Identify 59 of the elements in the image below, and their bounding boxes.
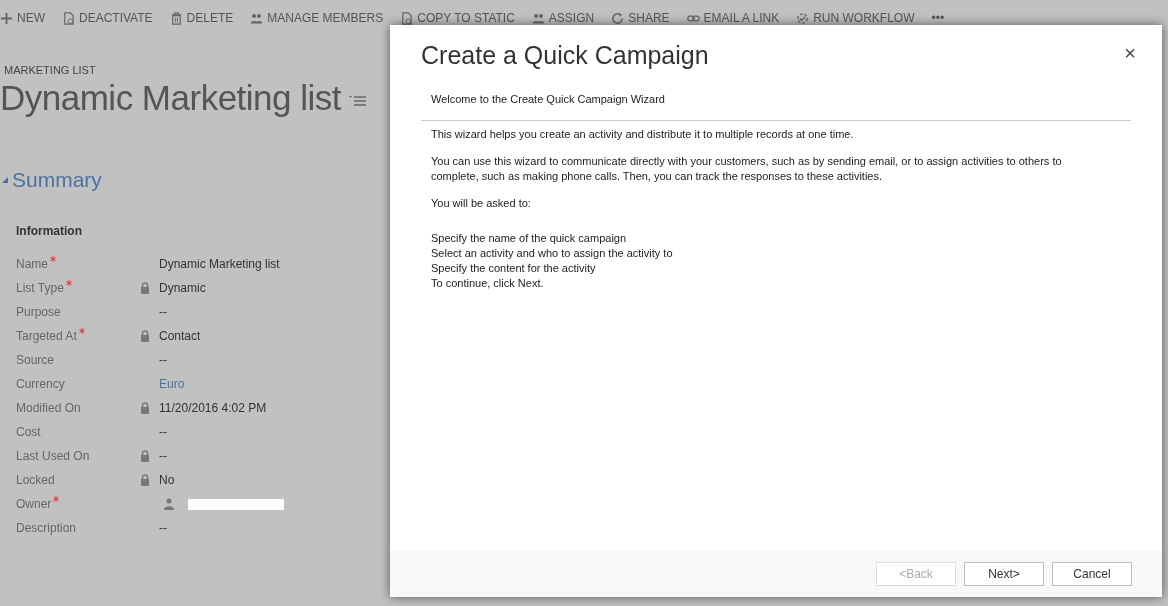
paragraph: This wizard helps you create an activity and distribute it to multiple records at one time. <box>431 127 855 142</box>
field-link[interactable]: Euro <box>159 377 185 391</box>
field-value: -- <box>159 353 167 367</box>
field-value: No <box>159 473 175 487</box>
field-label: Currency <box>16 377 65 391</box>
share-icon <box>611 11 625 25</box>
field-label: Owner <box>16 497 52 511</box>
toolbar-button[interactable]: MANAGE MEMBERS <box>250 11 384 25</box>
record-title: Dynamic Marketing list <box>0 78 342 118</box>
entity-label: MARKETING LIST <box>3 64 97 76</box>
step-text: Select an activity and who to assign the activity to <box>431 246 674 261</box>
user-icon <box>164 498 174 510</box>
field-label: Description <box>16 521 77 535</box>
toolbar-button[interactable]: DELETE <box>169 11 234 25</box>
field-value: -- <box>159 521 167 535</box>
toolbar-button[interactable]: SHARE <box>611 11 670 25</box>
toolbar-button[interactable]: ••• <box>931 11 945 25</box>
field-label: Name <box>16 257 48 271</box>
plus-icon <box>0 11 13 25</box>
field-value: Dynamic <box>159 281 206 295</box>
step-text: Specify the name of the quick campaign <box>431 231 628 246</box>
wizard-button[interactable]: Cancel <box>1052 562 1132 586</box>
document-icon <box>400 11 414 25</box>
field-value: -- <box>159 425 167 439</box>
toolbar-button[interactable]: EMAIL A LINK <box>686 11 780 25</box>
paragraph: You will be asked to: <box>431 196 532 211</box>
field-value: 11/20/2016 4:02 PM <box>159 401 267 415</box>
toolbar-button[interactable]: ASSIGN <box>531 11 595 25</box>
toolbar-button[interactable]: RUN WORKFLOW <box>796 11 915 25</box>
field-value: Contact <box>159 329 201 343</box>
trash-icon <box>169 11 183 25</box>
field-label: Locked <box>16 473 55 487</box>
field-label: Source <box>16 353 55 367</box>
field-label: Last Used On <box>16 449 90 463</box>
wizard-heading: Welcome to the Create Quick Campaign Wizard <box>430 93 666 105</box>
field-label: Cost <box>16 425 41 439</box>
step-text: Specify the content for the activity <box>431 261 597 276</box>
section-header[interactable]: Summary <box>0 168 102 192</box>
field-label: Purpose <box>16 305 61 319</box>
field-value: -- <box>159 449 167 463</box>
close-button[interactable]: × <box>1124 41 1136 65</box>
field-label: Targeted At <box>16 329 77 343</box>
field-value: Dynamic Marketing list <box>159 257 280 271</box>
field-label: List Type <box>16 281 64 295</box>
collapse-icon <box>2 177 8 183</box>
field-label: Modified On <box>16 401 81 415</box>
people-icon <box>531 11 545 25</box>
field-value: -- <box>159 305 167 319</box>
wizard-button[interactable]: Next> <box>964 562 1044 586</box>
toolbar-button[interactable]: COPY TO STATIC <box>400 11 515 25</box>
menu-icon[interactable] <box>349 94 368 108</box>
dialog-title: Create a Quick Campaign <box>421 41 709 70</box>
paragraph: You can use this wizard to communicate directly with your customers, such as by sending email, or to assign activities to others to complete, such as making phone calls. Then, you can track the responses to these activities. <box>431 154 1063 184</box>
document-icon <box>62 11 75 25</box>
toolbar-button[interactable]: DEACTIVATE <box>62 11 153 25</box>
people-icon <box>250 11 264 25</box>
step-text: To continue, click Next. <box>431 276 545 291</box>
workflow-icon <box>796 11 810 25</box>
toolbar-button[interactable]: NEW <box>0 11 45 25</box>
